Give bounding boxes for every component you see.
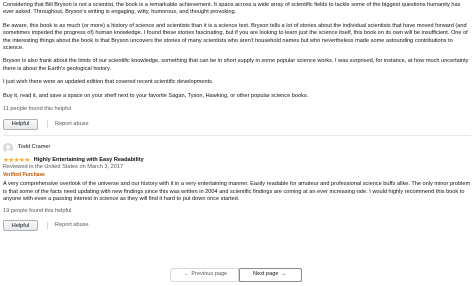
review-actions: Helpful Report abuse: [3, 118, 471, 130]
review-date: Reviewed in the United States on March 3…: [3, 164, 124, 171]
reviewer-name[interactable]: Todd Cramer: [18, 144, 50, 151]
pagination: ← Previous page Next page →: [170, 268, 302, 282]
helpful-button[interactable]: Helpful: [3, 118, 38, 130]
action-divider: [47, 221, 48, 230]
next-page-button[interactable]: Next page →: [239, 268, 302, 282]
review-title[interactable]: Highly Entertaining with Easy Readabilit…: [34, 157, 144, 164]
next-page-label: Next page: [252, 271, 279, 278]
review-title-row: ★★★★★ Highly Entertaining with Easy Read…: [3, 156, 471, 164]
review-paragraph: Bryson is also frank about the limits of…: [3, 58, 469, 72]
review-paragraph: Buy it, read it, and save a space on you…: [3, 92, 309, 99]
arrow-right-icon: →: [280, 271, 287, 278]
report-abuse-link[interactable]: Report abuse: [55, 222, 89, 229]
review-paragraph: I just wish there were an updated editio…: [3, 79, 214, 86]
arrow-left-icon: ←: [183, 271, 190, 278]
review-divider: [3, 135, 471, 137]
report-abuse-link[interactable]: Report abuse: [55, 121, 89, 128]
reviews-list: Considering that Bill Bryson is not a sc…: [3, 2, 471, 237]
review: Todd Cramer ★★★★★ Highly Entertaining wi…: [3, 141, 471, 232]
helpful-button[interactable]: Helpful: [3, 220, 38, 232]
action-divider: [47, 120, 48, 129]
reviewer-profile[interactable]: Todd Cramer: [3, 141, 471, 154]
review-body: A very comprehensive overlook of the uni…: [3, 181, 471, 203]
review-paragraph: Be aware, this book is as much (or more)…: [3, 22, 468, 52]
star-rating-icon[interactable]: ★★★★★: [3, 157, 30, 164]
verified-purchase-badge: Verified Purchase: [3, 171, 45, 178]
avatar: [3, 142, 13, 153]
helpful-count: 19 people found this helpful: [3, 207, 72, 214]
review-actions: Helpful Report abuse: [3, 220, 471, 232]
helpful-count: 11 people found this helpful: [3, 106, 72, 113]
previous-page-label: Previous page: [191, 271, 228, 278]
previous-page-button[interactable]: ← Previous page: [171, 269, 239, 281]
review-paragraph: Considering that Bill Bryson is not a sc…: [3, 2, 461, 16]
review-body: Considering that Bill Bryson is not a sc…: [3, 2, 471, 100]
